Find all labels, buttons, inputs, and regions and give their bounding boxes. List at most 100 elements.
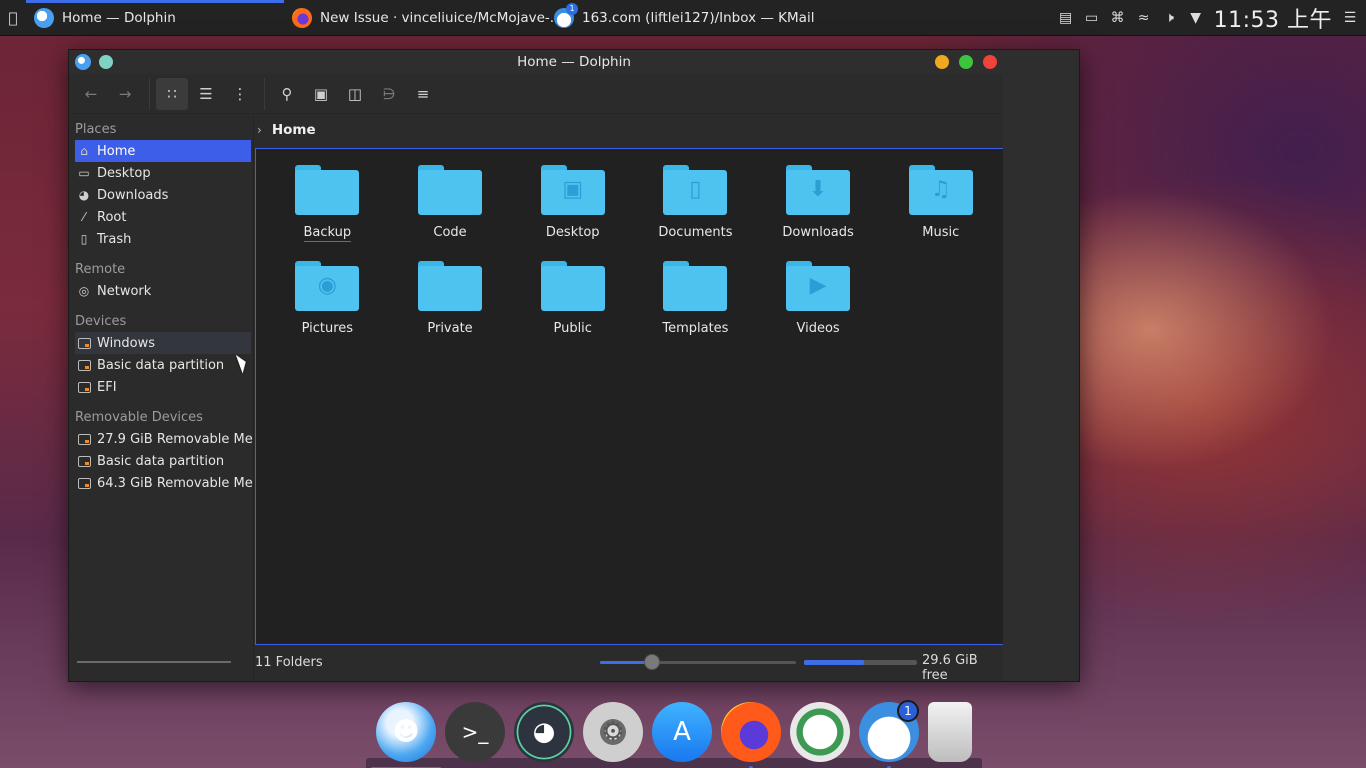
system-monitor-icon[interactable]: ◕: [514, 702, 574, 762]
menu-icon[interactable]: ☰: [1342, 10, 1358, 26]
tray-expand-icon[interactable]: ▼: [1188, 10, 1204, 26]
folder-item-music[interactable]: ♫ Music: [879, 159, 1002, 255]
dock: ☻ >_ ◕ ⚙ A ✉ 1: [366, 696, 982, 768]
kmail-icon: [554, 2, 578, 28]
removable-drive-icon: [77, 432, 91, 446]
trash-icon: ▯: [80, 232, 88, 246]
details-view-button[interactable]: ⋮: [224, 78, 256, 110]
hamburger-menu-button[interactable]: ≡: [407, 78, 439, 110]
folder-item-downloads[interactable]: ⬇ Downloads: [757, 159, 880, 255]
pin-icon[interactable]: [99, 55, 113, 69]
keyboard-shortcut-icon[interactable]: ⌘: [1110, 10, 1126, 26]
sidebar-item-removable-2[interactable]: Basic data partition: [69, 450, 253, 472]
sidebar-item-downloads[interactable]: ◕ Downloads: [69, 184, 253, 206]
folder-item-pictures[interactable]: ◉ Pictures: [266, 255, 389, 351]
arrow-right-icon: →: [118, 84, 132, 103]
unread-badge: 1: [897, 700, 919, 722]
terminal-icon[interactable]: >_: [445, 702, 505, 762]
back-button[interactable]: ←: [75, 78, 107, 110]
network-icon[interactable]: [790, 702, 850, 762]
folder-music-icon: ♫: [908, 165, 973, 217]
folder-item-public[interactable]: Public: [511, 255, 634, 351]
window-title: Home — Dolphin: [517, 54, 631, 70]
wifi-icon[interactable]: ≈: [1136, 10, 1152, 26]
forward-button[interactable]: →: [109, 78, 141, 110]
preview-button[interactable]: ▣: [305, 78, 337, 110]
sidebar-item-label: EFI: [97, 379, 117, 395]
sidebar-item-root[interactable]: ⁄ Root: [69, 206, 253, 228]
search-button[interactable]: ⚲: [271, 78, 303, 110]
sidebar-item-efi[interactable]: EFI: [69, 376, 253, 398]
sidebar-item-label: Trash: [97, 231, 132, 247]
folder-item-documents[interactable]: ▯ Documents: [634, 159, 757, 255]
desktop-icon: ▭: [78, 166, 90, 180]
folder-downloads-icon: ⬇: [786, 165, 851, 217]
sidebar-item-desktop[interactable]: ▭ Desktop: [69, 162, 253, 184]
maximize-button[interactable]: [959, 55, 973, 69]
task-kmail[interactable]: 163.com (liftlei127)/Inbox — KMail: [546, 0, 822, 36]
task-label: 163.com (liftlei127)/Inbox — KMail: [582, 9, 815, 26]
zoom-slider-handle[interactable]: [644, 654, 660, 670]
titlebar[interactable]: Home — Dolphin: [69, 50, 1079, 74]
split-button[interactable]: ◫: [339, 78, 371, 110]
root-icon: ⁄: [82, 210, 85, 224]
breadcrumb[interactable]: › Home: [257, 120, 316, 140]
sidebar-item-windows[interactable]: Windows: [75, 332, 251, 354]
clipboard-icon[interactable]: ▤: [1058, 10, 1074, 26]
section-title-devices: Devices: [75, 314, 127, 329]
section-title-remote: Remote: [75, 262, 126, 277]
breadcrumb-current[interactable]: Home: [272, 122, 316, 138]
folder-item-code[interactable]: Code: [389, 159, 512, 255]
icons-view-button[interactable]: ∷: [156, 77, 188, 110]
folder-item-videos[interactable]: ▶ Videos: [757, 255, 880, 351]
window-app-icon[interactable]: [75, 54, 91, 70]
apple-menu-icon[interactable]: : [0, 0, 26, 36]
zoom-slider[interactable]: [600, 654, 796, 670]
list-icon: ☰: [199, 84, 213, 103]
drive-icon: [77, 336, 91, 350]
sidebar-item-trash[interactable]: ▯ Trash: [69, 228, 253, 250]
close-button[interactable]: [983, 55, 997, 69]
sidebar-item-removable-3[interactable]: 64.3 GiB Removable Medi: [69, 472, 253, 494]
folder-icon: [418, 261, 483, 313]
sidebar-item-home[interactable]: ⌂ Home: [75, 140, 251, 162]
disk-space-bar[interactable]: [804, 660, 917, 665]
volume-muted-icon[interactable]: 🕨: [1162, 10, 1178, 26]
sidebar-item-basic-data[interactable]: Basic data partition: [69, 354, 253, 376]
task-label: Home — Dolphin: [62, 9, 176, 26]
trash-icon[interactable]: [928, 702, 972, 762]
folder-item-backup[interactable]: Backup: [266, 159, 389, 255]
minimize-button[interactable]: [935, 55, 949, 69]
dolphin-window: Home — Dolphin ← → ∷ ☰ ⋮ ⚲ ▣ ◫ ⋻ ≡ Place…: [68, 49, 1080, 683]
sidebar-horizontal-scrollbar[interactable]: [77, 661, 231, 663]
free-space-label[interactable]: 29.6 GiB free: [922, 653, 1005, 683]
folder-label: Music: [922, 225, 960, 240]
section-title-places: Places: [75, 122, 117, 137]
folder-item-desktop[interactable]: ▣ Desktop: [511, 159, 634, 255]
arrow-left-icon: ←: [84, 84, 98, 103]
panel-divider[interactable]: [253, 116, 254, 681]
sidebar-item-network[interactable]: ◎ Network: [69, 280, 253, 302]
folder-pictures-icon: ◉: [295, 261, 360, 313]
settings-icon[interactable]: ⚙: [583, 702, 643, 762]
clock[interactable]: 11:53 上午: [1214, 2, 1332, 34]
storage-icon[interactable]: ▭: [1084, 10, 1100, 26]
chevron-right-icon[interactable]: ›: [257, 123, 262, 137]
file-view[interactable]: Backup Code ▣ Desktop ▯ Documents ⬇ Down…: [255, 148, 1004, 645]
finder-icon[interactable]: ☻: [371, 702, 441, 768]
sidebar-item-label: Basic data partition: [97, 357, 225, 373]
hamburger-icon: ≡: [416, 84, 430, 103]
terminal-button[interactable]: ⋻: [373, 78, 405, 110]
mail-icon[interactable]: ✉ 1: [859, 700, 919, 768]
task-firefox[interactable]: New Issue · vinceliuice/McMojave-...: [284, 0, 563, 36]
removable-drive-icon: [77, 476, 91, 490]
firefox-icon[interactable]: [721, 702, 781, 768]
folder-item-templates[interactable]: Templates: [634, 255, 757, 351]
network-icon: ◎: [78, 284, 90, 298]
folder-label: Private: [427, 321, 473, 336]
app-store-icon[interactable]: A: [652, 702, 712, 762]
compact-view-button[interactable]: ☰: [190, 78, 222, 110]
task-dolphin[interactable]: Home — Dolphin: [26, 0, 284, 36]
sidebar-item-removable-1[interactable]: 27.9 GiB Removable Medi: [69, 428, 253, 450]
folder-item-private[interactable]: Private: [389, 255, 512, 351]
